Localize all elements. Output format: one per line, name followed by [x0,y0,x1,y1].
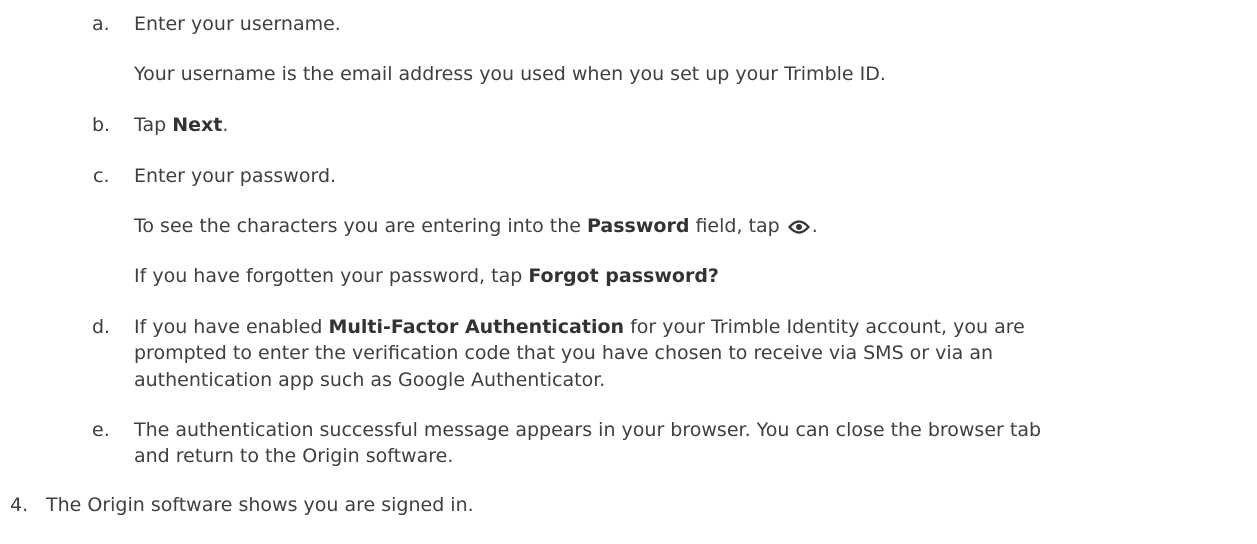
d-line1-pre: If you have enabled [134,316,329,338]
password-label: Password [586,215,690,237]
step-d-line-1: If you have enabled Multi-Factor Authent… [134,315,1025,339]
forgot-password-label: Forgot password? [528,265,719,287]
step-b-text: Tap Next. [134,113,228,137]
step-4-text: The Origin software shows you are signed… [46,494,474,516]
note1-post: . [811,215,818,237]
step-c-text: Enter your password. [134,165,337,187]
next-label: Next [172,114,223,136]
eye-icon [787,217,810,241]
step-4-marker: 4. [10,494,29,516]
step-c-marker: c. [93,165,110,187]
step-d-marker: d. [92,316,111,338]
step-c-note-1: To see the characters you are entering i… [134,214,818,241]
step-b-marker: b. [92,114,111,136]
step-e-line-2: and return to the Origin software. [134,445,454,467]
note2-pre: If you have forgotten your password, tap [134,265,529,287]
note1-pre: To see the characters you are entering i… [134,215,587,237]
mfa-label: Multi-Factor Authentication [328,316,625,338]
step-b-pre: Tap [134,114,173,136]
note1-mid: field, tap [689,215,786,237]
step-e-line-1: The authentication successful message ap… [134,419,1042,441]
step-a-note: Your username is the email address you u… [134,63,886,85]
step-e-marker: e. [92,419,110,441]
step-b-post: . [222,114,229,136]
step-c-note-2: If you have forgotten your password, tap… [134,264,719,288]
step-d-line-2: prompted to enter the verification code … [134,342,994,364]
step-a-marker: a. [92,13,110,35]
d-line1-post: for your Trimble Identity account, you a… [624,316,1025,338]
help-page: { "steps": { "a": { "marker": "a.", "tex… [0,0,1257,544]
step-d-line-3: authentication app such as Google Authen… [134,369,606,391]
step-a-text: Enter your username. [134,13,341,35]
